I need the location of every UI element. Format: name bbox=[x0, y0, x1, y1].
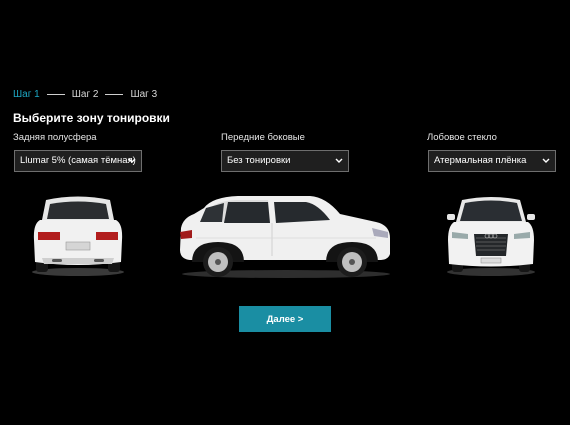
front-side-tint-select[interactable]: Без тонировки bbox=[221, 150, 349, 172]
chevron-down-icon bbox=[128, 151, 136, 171]
zone-label-windshield: Лобовое стекло bbox=[427, 132, 497, 143]
step-divider bbox=[105, 94, 124, 95]
windshield-tint-select[interactable]: Атермальная плёнка bbox=[428, 150, 556, 172]
step-3[interactable]: Шаг 3 bbox=[130, 89, 157, 100]
chevron-down-icon bbox=[542, 151, 550, 171]
windshield-tint-value: Атермальная плёнка bbox=[434, 155, 527, 166]
rear-tint-select[interactable]: Llumar 5% (самая тёмная) bbox=[14, 150, 142, 172]
zone-label-rear: Задняя полусфера bbox=[13, 132, 97, 143]
next-button[interactable]: Далее > bbox=[239, 306, 331, 332]
chevron-down-icon bbox=[335, 151, 343, 171]
step-1[interactable]: Шаг 1 bbox=[13, 89, 40, 100]
zone-label-front-side: Передние боковые bbox=[221, 132, 305, 143]
car-front-view bbox=[447, 197, 535, 276]
step-divider bbox=[46, 94, 65, 95]
step-2[interactable]: Шаг 2 bbox=[72, 89, 99, 100]
rear-tint-value: Llumar 5% (самая тёмная) bbox=[20, 155, 136, 166]
step-indicator: Шаг 1 Шаг 2 Шаг 3 bbox=[13, 89, 157, 100]
car-side-view bbox=[180, 196, 390, 278]
front-side-tint-value: Без тонировки bbox=[227, 155, 291, 166]
car-rear-view bbox=[32, 196, 124, 276]
page-title: Выберите зону тонировки bbox=[13, 111, 170, 125]
